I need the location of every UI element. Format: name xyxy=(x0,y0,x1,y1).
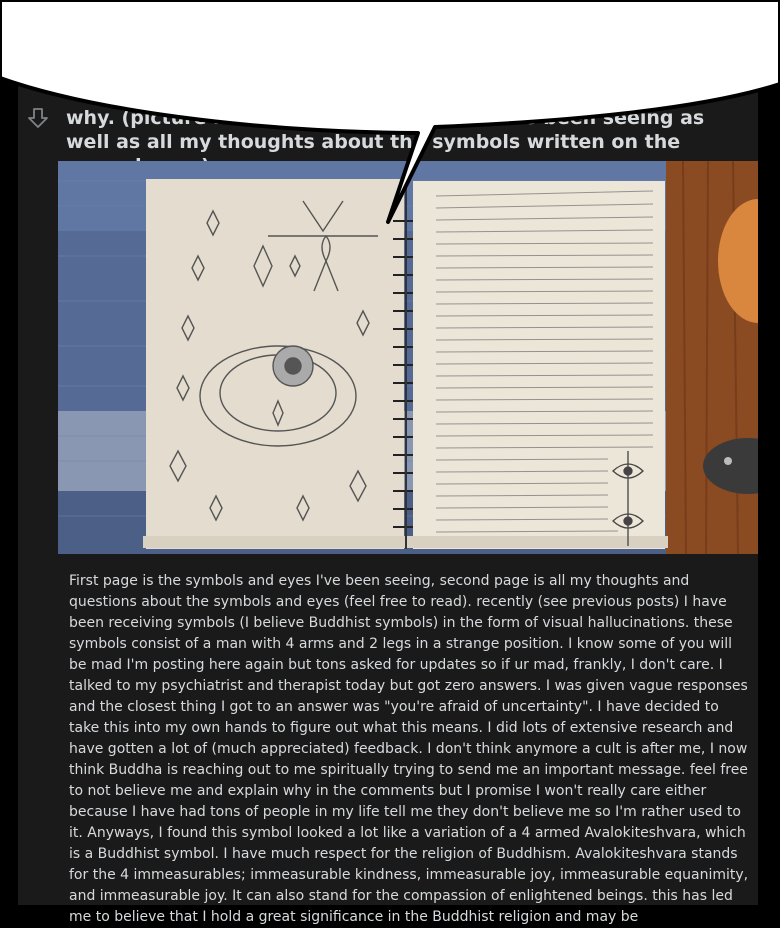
post-body: First page is the symbols and eyes I've … xyxy=(69,573,749,925)
post-image[interactable] xyxy=(58,161,758,554)
post-card: why. (picture includes multiple symbols … xyxy=(18,60,758,925)
downvote-arrow-icon[interactable] xyxy=(26,106,50,130)
